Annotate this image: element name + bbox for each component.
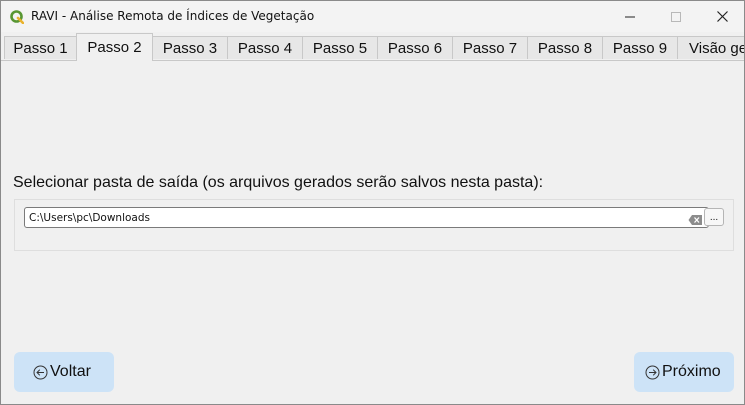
next-button-label: Próximo (662, 363, 721, 380)
title-bar[interactable]: RAVI - Análise Remota de Índices de Vege… (1, 1, 744, 32)
window-title: RAVI - Análise Remota de Índices de Vege… (31, 9, 315, 23)
qgis-logo-icon (10, 9, 25, 25)
tab-label: Passo 8 (537, 39, 593, 57)
back-button-label: Voltar (50, 363, 91, 380)
tab-label: Passo 6 (387, 39, 443, 57)
tab-passo-4[interactable]: Passo 4 (227, 36, 303, 59)
tab-passo-3[interactable]: Passo 3 (152, 36, 228, 59)
maximize-button[interactable] (653, 1, 699, 32)
output-folder-label: Selecionar pasta de saída (os arquivos g… (13, 174, 544, 191)
output-path-field[interactable] (24, 207, 709, 228)
tab-label: Passo 7 (462, 39, 518, 57)
tab-label: Passo 9 (612, 39, 668, 57)
maximize-icon (671, 11, 681, 22)
tab-passo-6[interactable]: Passo 6 (377, 36, 453, 59)
tab-passo-5[interactable]: Passo 5 (302, 36, 378, 59)
tab-label: Passo 3 (162, 39, 218, 57)
tab-passo-1[interactable]: Passo 1 (4, 36, 77, 59)
close-icon (716, 11, 728, 22)
arrow-left-circle-icon (33, 365, 48, 379)
tab-passo-2[interactable]: Passo 2 (76, 33, 153, 61)
back-button[interactable]: Voltar (14, 352, 114, 392)
tab-label: Visão ge (689, 39, 745, 57)
output-path-input[interactable] (25, 208, 689, 227)
close-button[interactable] (699, 1, 744, 32)
minimize-icon (625, 16, 635, 17)
tab-passo-7[interactable]: Passo 7 (452, 36, 528, 59)
tab-passo-9[interactable]: Passo 9 (602, 36, 678, 59)
arrow-right-circle-icon (645, 365, 660, 379)
main-window: RAVI - Análise Remota de Índices de Vege… (0, 0, 745, 405)
browse-folder-button[interactable]: ... (704, 208, 724, 226)
tab-passo-8[interactable]: Passo 8 (527, 36, 603, 59)
next-button[interactable]: Próximo (634, 352, 734, 392)
tab-label: Passo 5 (312, 39, 368, 57)
tab-label: Passo 2 (87, 39, 142, 56)
minimize-button[interactable] (607, 1, 653, 32)
output-folder-group: ... (14, 199, 734, 251)
tab-label: Passo 1 (13, 39, 68, 57)
clear-icon[interactable] (688, 211, 703, 225)
tab-label: Passo 4 (237, 39, 293, 57)
tab-visao-geral[interactable]: Visão ge (677, 36, 745, 59)
step-tab-bar: Passo 1 Passo 2 Passo 3 Passo 4 Passo 5 … (1, 33, 744, 61)
